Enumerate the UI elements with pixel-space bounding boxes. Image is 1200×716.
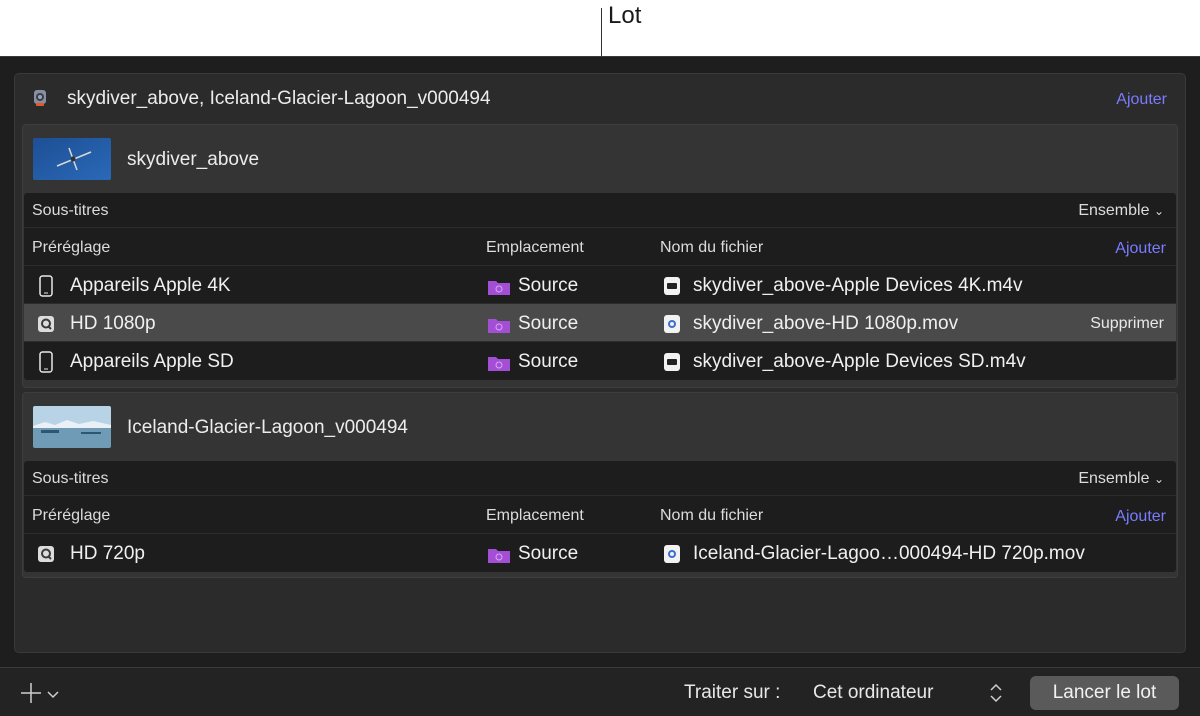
process-on-label: Traiter sur : xyxy=(684,682,781,703)
preset-name: Appareils Apple SD xyxy=(70,351,234,372)
batch-header: skydiver_above, Iceland-Glacier-Lagoon_v… xyxy=(15,74,1185,124)
job-thumbnail xyxy=(33,138,111,180)
table-header: Préréglage Emplacement Nom du fichier Aj… xyxy=(24,496,1176,534)
job-iceland[interactable]: Iceland-Glacier-Lagoon_v000494 Sous-titr… xyxy=(22,392,1178,578)
column-header-location: Emplacement xyxy=(486,507,584,524)
chevron-down-icon: ⌄ xyxy=(1153,204,1164,218)
subtitles-label: Sous-titres xyxy=(32,202,109,219)
preset-name: HD 720p xyxy=(70,543,145,564)
folder-icon xyxy=(488,319,510,333)
column-header-location: Emplacement xyxy=(486,239,584,256)
subtitles-label: Sous-titres xyxy=(32,470,109,487)
table-header: Préréglage Emplacement Nom du fichier Aj… xyxy=(24,228,1176,266)
batch-panel: skydiver_above, Iceland-Glacier-Lagoon_v… xyxy=(14,73,1186,653)
subtitles-row: Sous-titres Ensemble ⌄ xyxy=(24,193,1176,228)
subtitles-value: Ensemble xyxy=(1078,470,1150,487)
callout-label: Lot xyxy=(608,2,642,29)
filename-value[interactable]: skydiver_above-Apple Devices SD.m4v xyxy=(693,351,1026,373)
add-menu-button[interactable] xyxy=(18,680,64,706)
job-header: skydiver_above xyxy=(23,125,1177,193)
location-value[interactable]: Source xyxy=(518,275,578,297)
job-header: Iceland-Glacier-Lagoon_v000494 xyxy=(23,393,1177,461)
preset-name: Appareils Apple 4K xyxy=(70,275,231,296)
m4v-file-icon xyxy=(664,353,680,371)
add-output-button[interactable]: Ajouter xyxy=(1115,240,1166,258)
column-header-filename: Nom du fichier xyxy=(660,239,764,256)
compressor-app-icon xyxy=(34,90,46,106)
mov-file-icon xyxy=(664,545,680,563)
filename-value[interactable]: skydiver_above-HD 1080p.mov xyxy=(693,313,958,335)
job-outputs-table: Sous-titres Ensemble ⌄ Préréglage Emplac… xyxy=(24,193,1176,380)
folder-icon xyxy=(488,549,510,563)
job-outputs-table: Sous-titres Ensemble ⌄ Préréglage Emplac… xyxy=(24,461,1176,572)
subtitles-select[interactable]: Ensemble ⌄ xyxy=(1078,470,1164,488)
filename-value[interactable]: Iceland-Glacier-Lagoo…000494-HD 720p.mov xyxy=(693,543,1085,565)
location-value[interactable]: Source xyxy=(518,543,578,565)
bottom-toolbar: Traiter sur : Cet ordinateur Lancer le l… xyxy=(0,667,1200,716)
add-output-button[interactable]: Ajouter xyxy=(1115,508,1166,526)
column-header-preset: Préréglage xyxy=(32,507,111,524)
subtitles-select[interactable]: Ensemble ⌄ xyxy=(1078,202,1164,220)
location-value[interactable]: Source xyxy=(518,351,578,373)
table-row[interactable]: Appareils Apple SD Source skydiver_above… xyxy=(24,342,1176,380)
mov-file-icon xyxy=(664,315,680,333)
job-title: Iceland-Glacier-Lagoon_v000494 xyxy=(127,417,408,438)
job-thumbnail xyxy=(33,406,111,448)
filename-value[interactable]: skydiver_above-Apple Devices 4K.m4v xyxy=(693,275,1023,297)
batch-title: skydiver_above, Iceland-Glacier-Lagoon_v… xyxy=(67,88,491,109)
table-row[interactable]: HD 720p Source Iceland-Glacier-Lagoo…000… xyxy=(24,534,1176,572)
compressor-window: skydiver_above, Iceland-Glacier-Lagoon_v… xyxy=(0,56,1200,716)
process-on-select[interactable]: Cet ordinateur xyxy=(813,682,933,704)
chevron-down-icon: ⌄ xyxy=(1153,472,1164,486)
batch-add-button[interactable]: Ajouter xyxy=(1116,91,1167,109)
iphone-icon xyxy=(39,351,53,373)
column-header-filename: Nom du fichier xyxy=(660,507,764,524)
subtitles-row: Sous-titres Ensemble ⌄ xyxy=(24,461,1176,496)
remove-output-button[interactable]: Supprimer xyxy=(1090,315,1164,333)
quicktime-icon xyxy=(38,316,54,332)
column-header-preset: Préréglage xyxy=(32,239,111,256)
job-title: skydiver_above xyxy=(127,149,260,170)
table-row-selected[interactable]: HD 1080p Source skydiver_above-HD 1080p.… xyxy=(24,304,1176,342)
preset-name: HD 1080p xyxy=(70,313,156,334)
job-skydiver[interactable]: skydiver_above Sous-titres Ensemble ⌄ Pr… xyxy=(22,124,1178,388)
start-batch-button[interactable]: Lancer le lot xyxy=(1030,676,1179,710)
folder-icon xyxy=(488,357,510,371)
m4v-file-icon xyxy=(664,277,680,295)
location-value[interactable]: Source xyxy=(518,313,578,335)
iphone-icon xyxy=(39,275,53,297)
folder-icon xyxy=(488,281,510,295)
chevron-up-down-icon[interactable] xyxy=(986,680,1006,706)
table-row[interactable]: Appareils Apple 4K Source skydiver_above… xyxy=(24,266,1176,304)
quicktime-icon xyxy=(38,546,54,562)
subtitles-value: Ensemble xyxy=(1078,202,1150,219)
